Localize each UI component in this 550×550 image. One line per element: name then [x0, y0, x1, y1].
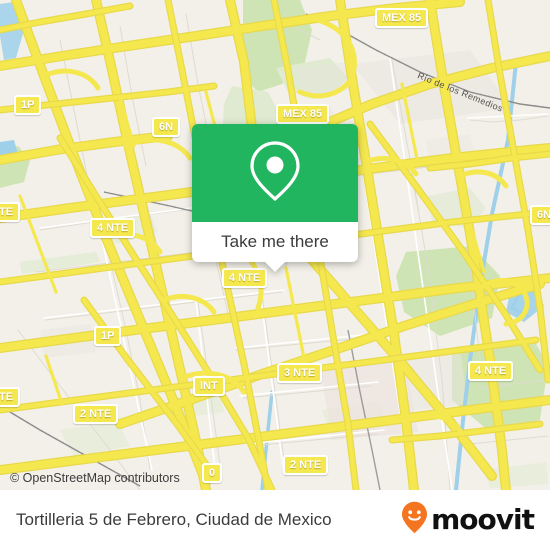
road-shield-mex85-top[interactable]: MEX 85	[375, 8, 429, 28]
road-shield-mex85-center[interactable]: MEX 85	[276, 104, 330, 124]
road-shield-3nte[interactable]: 3 NTE	[277, 363, 323, 383]
take-me-there-popup[interactable]: Take me there	[192, 124, 358, 272]
road-shield-1p-upper-left[interactable]: 1P	[14, 95, 42, 115]
road-shield-4nte-right[interactable]: 4 NTE	[468, 361, 514, 381]
popup-pointer	[264, 261, 286, 272]
road-shield-int[interactable]: INT	[193, 376, 225, 396]
map-canvas[interactable]: .rd { stroke:#f5e84f; stroke-linecap:rou…	[0, 0, 550, 490]
osm-attribution[interactable]: © OpenStreetMap contributors	[10, 471, 180, 485]
road-shield-2nte-left[interactable]: 2 NTE	[73, 404, 119, 424]
map-screenshot: .rd { stroke:#f5e84f; stroke-linecap:rou…	[0, 0, 550, 550]
moovit-smiley-pin-icon	[401, 501, 428, 539]
place-title: Tortilleria 5 de Febrero, Ciudad de Mexi…	[16, 510, 332, 529]
moovit-logo[interactable]: moovit	[401, 501, 535, 539]
footer-bar: Tortilleria 5 de Febrero, Ciudad de Mexi…	[0, 490, 550, 550]
popup-footer[interactable]: Take me there	[192, 222, 358, 272]
road-shield-2nte-center[interactable]: 2 NTE	[283, 455, 329, 475]
road-shield-0[interactable]: 0	[202, 463, 223, 483]
road-shield-1p-lower-left[interactable]: 1P	[94, 326, 122, 346]
take-me-there-label: Take me there	[221, 232, 329, 251]
map-pin-icon	[249, 140, 301, 207]
road-shield-6n-upper[interactable]: 6N	[152, 117, 181, 137]
road-shield-te-left-lower[interactable]: TE	[0, 387, 21, 407]
road-shield-4nte-center[interactable]: 4 NTE	[222, 268, 268, 288]
road-shield-6n-right[interactable]: 6N	[530, 205, 550, 225]
road-shield-4nte-left[interactable]: 4 NTE	[90, 218, 136, 238]
moovit-wordmark: moovit	[431, 503, 535, 536]
popup-header	[192, 124, 358, 222]
road-shield-te-left-upper[interactable]: TE	[0, 202, 21, 222]
